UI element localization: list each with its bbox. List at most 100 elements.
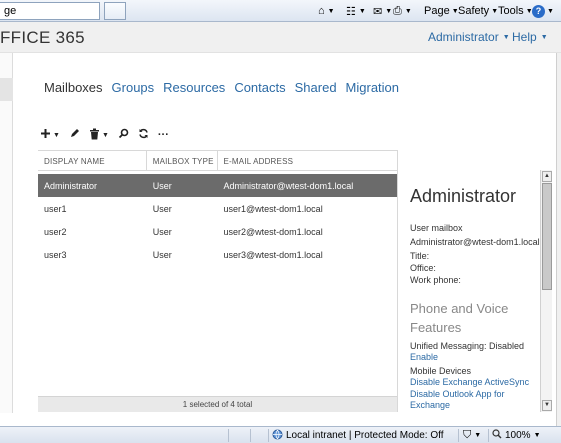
status-divider bbox=[228, 429, 229, 442]
delete-icon bbox=[89, 128, 100, 143]
table-row[interactable]: user2 User user2@wtest-dom1.local bbox=[38, 220, 397, 243]
globe-icon bbox=[272, 429, 283, 443]
print-button[interactable]: ⎙ ▼ bbox=[393, 3, 412, 19]
scroll-down-icon[interactable]: ▼ bbox=[542, 400, 552, 411]
feeds-button[interactable]: ☷ ▼ bbox=[346, 3, 366, 19]
help-icon: ? bbox=[532, 4, 545, 18]
browser-tab-title: ge bbox=[4, 5, 17, 17]
details-scrollbar[interactable]: ▲ ▼ bbox=[540, 170, 552, 412]
home-button[interactable]: ⌂ ▼ bbox=[318, 3, 335, 19]
new-button[interactable]: ▼ bbox=[40, 125, 60, 145]
new-tab-button[interactable] bbox=[104, 2, 126, 20]
scroll-thumb[interactable] bbox=[542, 183, 552, 290]
status-divider bbox=[488, 429, 489, 442]
chevron-down-icon: ▼ bbox=[540, 34, 548, 41]
details-work-phone-label: Work phone: bbox=[410, 275, 461, 285]
refresh-button[interactable] bbox=[138, 125, 149, 145]
cell-email: user1@wtest-dom1.local bbox=[223, 203, 323, 214]
more-button[interactable]: ··· bbox=[158, 125, 169, 145]
shield-icon: ⛉ bbox=[463, 429, 472, 441]
cell-display-name: user3 bbox=[44, 249, 67, 260]
chevron-down-icon: ▼ bbox=[385, 7, 393, 15]
chevron-down-icon: ▼ bbox=[502, 34, 510, 41]
protected-mode-button[interactable]: ⛉ ▼ bbox=[463, 428, 481, 443]
chevron-down-icon: ▼ bbox=[547, 7, 554, 15]
status-divider bbox=[268, 429, 269, 442]
disable-outlook-app-link[interactable]: Disable Outlook App for bbox=[410, 389, 505, 399]
unified-messaging-status: Unified Messaging: Disabled bbox=[410, 341, 525, 351]
zoom-level: 100% bbox=[505, 430, 531, 441]
details-title: Administrator bbox=[410, 186, 517, 206]
mail-button[interactable]: ✉ ▼ bbox=[373, 3, 392, 19]
browser-tab[interactable]: ge bbox=[0, 2, 100, 20]
tab-contacts[interactable]: Contacts bbox=[234, 80, 285, 95]
edit-button[interactable] bbox=[69, 125, 80, 145]
safety-menu[interactable]: Safety ▼ bbox=[458, 3, 498, 19]
zoom-button[interactable]: 100% ▼ bbox=[492, 428, 541, 443]
browser-help-button[interactable]: ? ▼ bbox=[532, 3, 554, 19]
column-mailbox-type[interactable]: MAILBOX TYPE bbox=[147, 151, 218, 171]
user-menu-label: Administrator bbox=[428, 30, 499, 44]
details-office-label: Office: bbox=[410, 263, 436, 273]
status-divider bbox=[250, 429, 251, 442]
safety-menu-label: Safety bbox=[458, 5, 490, 17]
cell-email: Administrator@wtest-dom1.local bbox=[223, 180, 354, 191]
disable-outlook-app-link-cont[interactable]: Exchange bbox=[410, 400, 450, 410]
chevron-down-icon: ▼ bbox=[53, 131, 60, 139]
tab-resources[interactable]: Resources bbox=[163, 80, 225, 95]
brand-title: FFICE 365 bbox=[0, 28, 85, 47]
disable-activesync-link[interactable]: Disable Exchange ActiveSync bbox=[410, 377, 529, 387]
security-zone-label: Local intranet | Protected Mode: Off bbox=[286, 430, 444, 441]
list-header: DISPLAY NAME MAILBOX TYPE E-MAIL ADDRESS bbox=[38, 151, 397, 171]
search-icon bbox=[118, 128, 129, 142]
delete-button[interactable]: ▼ bbox=[89, 125, 109, 145]
mobile-devices-heading: Mobile Devices bbox=[410, 366, 472, 376]
column-display-name[interactable]: DISPLAY NAME bbox=[38, 151, 147, 171]
selection-count: 1 selected of 4 total bbox=[38, 396, 397, 412]
table-row[interactable]: user1 User user1@wtest-dom1.local bbox=[38, 197, 397, 220]
chevron-down-icon: ▼ bbox=[533, 432, 541, 439]
tools-menu-label: Tools bbox=[498, 5, 524, 17]
tools-menu[interactable]: Tools ▼ bbox=[498, 3, 533, 19]
tab-mailboxes[interactable]: Mailboxes bbox=[44, 80, 103, 95]
browser-command-bar: ge ⌂ ▼ ☷ ▼ ✉ ▼ ⎙ ▼ Page ▼ Safety ▼ Tools ▼ ? ▼ bbox=[0, 0, 561, 22]
home-icon: ⌂ bbox=[318, 5, 325, 17]
cell-email: user3@wtest-dom1.local bbox=[223, 249, 323, 260]
table-row[interactable]: user3 User user3@wtest-dom1.local bbox=[38, 243, 397, 266]
browser-status-bar: Local intranet | Protected Mode: Off ⛉ ▼ … bbox=[0, 426, 561, 443]
tab-shared[interactable]: Shared bbox=[295, 80, 337, 95]
details-mailbox-kind: User mailbox bbox=[410, 223, 463, 233]
tab-migration[interactable]: Migration bbox=[346, 80, 399, 95]
enable-um-link[interactable]: Enable bbox=[410, 352, 438, 362]
cell-mailbox-type: User bbox=[152, 180, 172, 191]
left-navigation-selected-item[interactable] bbox=[0, 78, 13, 101]
table-row[interactable]: Administrator User Administrator@wtest-d… bbox=[38, 174, 397, 197]
chevron-down-icon: ▼ bbox=[327, 7, 335, 15]
tab-groups[interactable]: Groups bbox=[112, 80, 155, 95]
left-navigation bbox=[0, 53, 13, 413]
scroll-up-icon[interactable]: ▲ bbox=[542, 171, 552, 182]
recipients-tabs: Mailboxes Groups Resources Contacts Shar… bbox=[44, 80, 408, 95]
cell-mailbox-type: User bbox=[152, 226, 172, 237]
mailbox-list: DISPLAY NAME MAILBOX TYPE E-MAIL ADDRESS… bbox=[38, 150, 398, 412]
details-title-label: Title: bbox=[410, 251, 430, 261]
page-menu[interactable]: Page ▼ bbox=[424, 3, 459, 19]
column-email-address[interactable]: E-MAIL ADDRESS bbox=[218, 151, 397, 171]
rss-icon: ☷ bbox=[346, 5, 356, 18]
refresh-icon bbox=[138, 128, 149, 142]
cell-display-name: user2 bbox=[44, 226, 67, 237]
print-icon: ⎙ bbox=[393, 4, 402, 17]
help-menu[interactable]: Help ▼ bbox=[512, 30, 548, 44]
page-scrollbar[interactable] bbox=[556, 53, 561, 426]
details-section-heading: Phone and Voice bbox=[410, 301, 509, 316]
help-menu-label: Help bbox=[512, 30, 537, 44]
edit-icon bbox=[69, 128, 80, 142]
list-toolbar: ▼ ▼ ··· bbox=[40, 125, 178, 145]
security-zone[interactable]: Local intranet | Protected Mode: Off bbox=[272, 428, 444, 443]
user-menu[interactable]: Administrator ▼ bbox=[428, 30, 510, 44]
details-pane: Administrator User mailbox Administrator… bbox=[398, 170, 540, 412]
search-button[interactable] bbox=[118, 125, 129, 145]
zoom-icon bbox=[492, 429, 502, 442]
cell-mailbox-type: User bbox=[152, 249, 172, 260]
details-email: Administrator@wtest-dom1.local bbox=[410, 237, 540, 247]
